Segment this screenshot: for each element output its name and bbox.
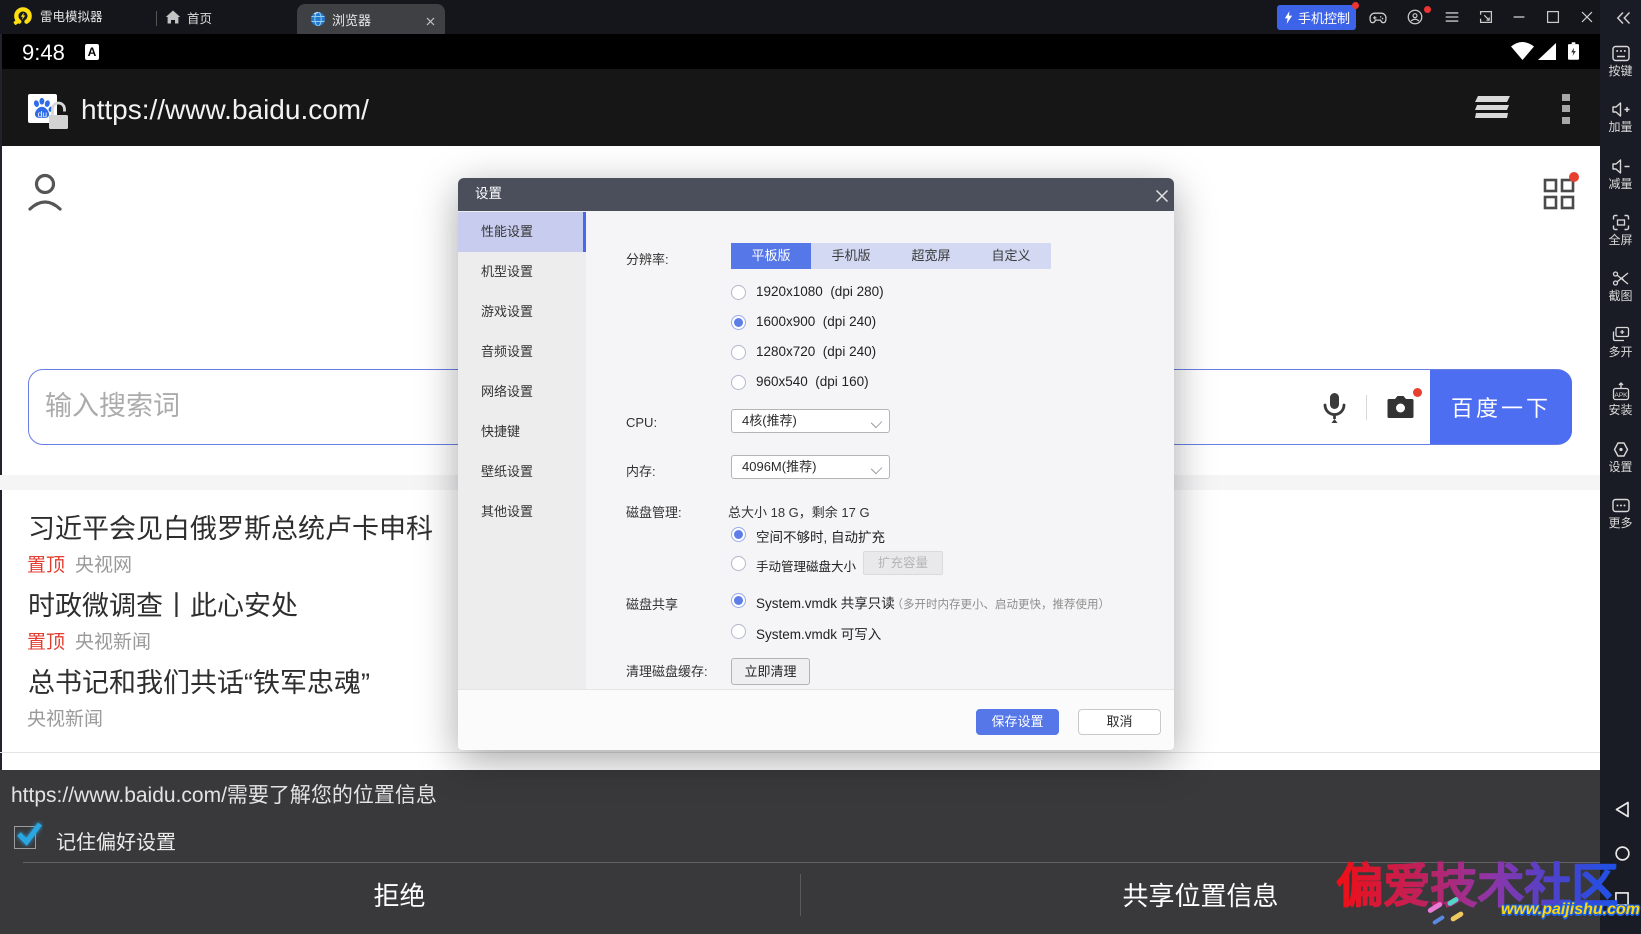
svg-text:du: du	[38, 109, 48, 119]
svg-text:APK: APK	[1614, 392, 1628, 399]
